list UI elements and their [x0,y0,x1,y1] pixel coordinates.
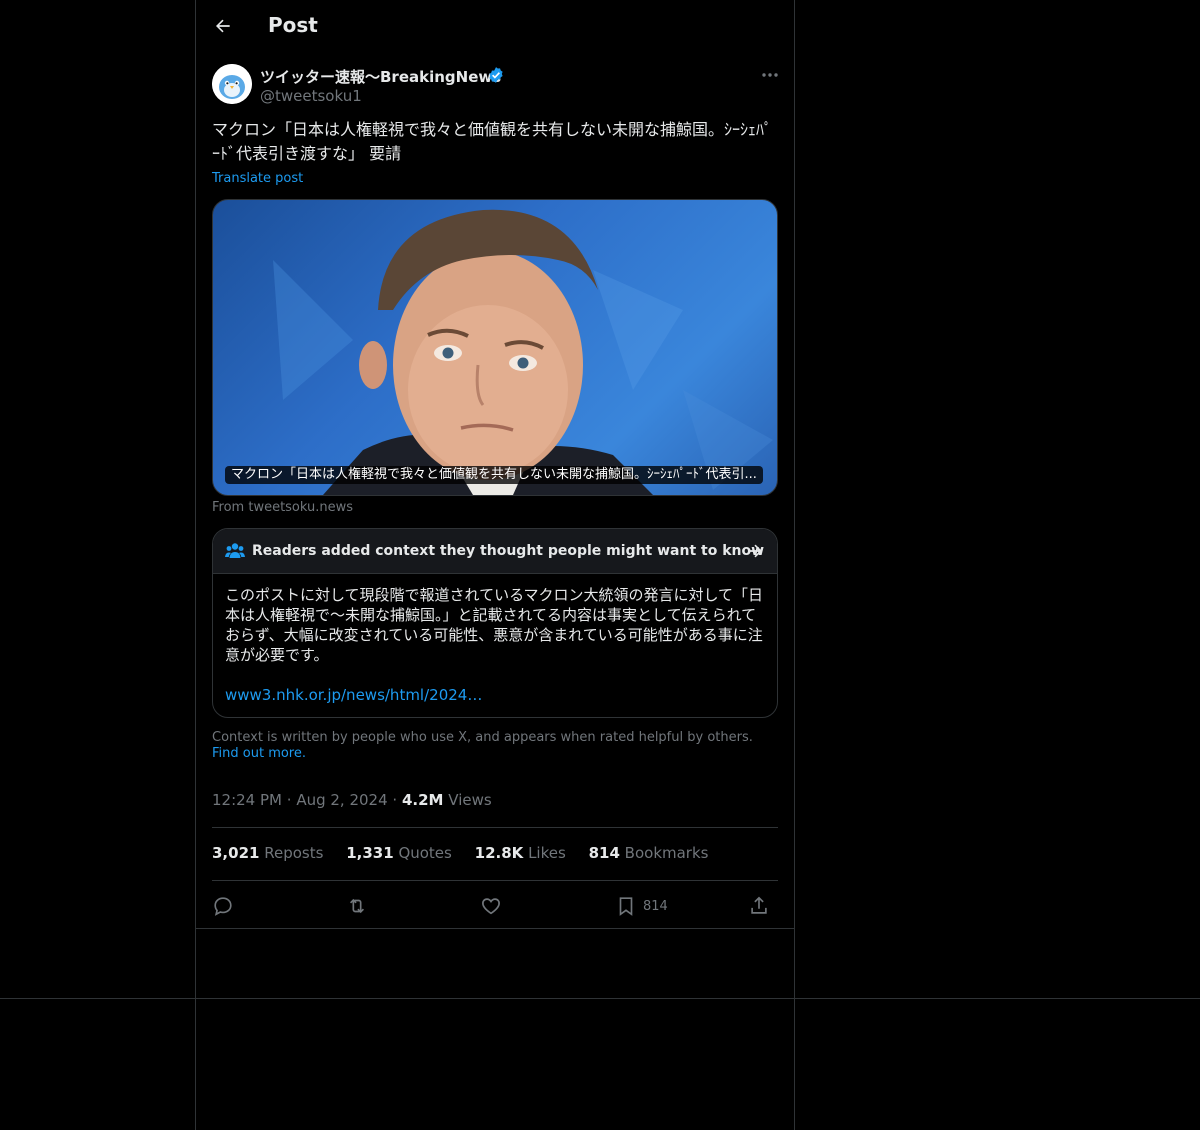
reposts-stat[interactable]: 3,021 Reposts [212,844,323,862]
likes-count: 12.8K [474,844,524,862]
divider [212,827,778,828]
post-text: マクロン「日本は人権軽視で我々と価値観を共有しない未開な捕鯨国。ｼｰｼｪﾊﾟｰﾄ… [212,120,773,163]
repost-icon [349,898,365,914]
views-label: Views [448,791,492,809]
action-bar: 814 [212,890,778,922]
bookmark-count: 814 [643,898,668,914]
bookmarks-stat[interactable]: 814 Bookmarks [589,844,709,862]
like-button[interactable] [480,894,502,918]
reposts-count: 3,021 [212,844,260,862]
main-column: Post ツイッター速報〜BreakingNews @tweetsoku1 マク… [195,0,795,1130]
likes-label: Likes [528,844,566,862]
context-disclaimer-text: Context is written by people who use X, … [212,730,753,745]
bookmarks-count: 814 [588,844,620,862]
quotes-stat[interactable]: 1,331 Quotes [346,844,452,862]
bookmark-button[interactable]: 814 [615,894,668,918]
divider [212,880,778,881]
page-title: Post [268,13,318,37]
meta-separator: · [392,791,398,809]
heart-icon [482,898,500,915]
reply-button[interactable] [212,894,234,918]
meta-separator: · [286,791,292,809]
card-caption: マクロン「日本は人権軽視で我々と価値観を共有しない未開な捕鯨国。ｼｰｼｪﾊﾟｰﾄ… [225,466,763,484]
author-name[interactable]: ツイッター速報〜BreakingNews [260,66,501,87]
link-card-image[interactable]: マクロン「日本は人権軽視で我々と価値観を共有しない未開な捕鯨国。ｼｰｼｪﾊﾟｰﾄ… [212,199,778,496]
community-note-header[interactable]: Readers added context they thought peopl… [213,529,777,574]
divider [196,928,794,929]
post-date[interactable]: Aug 2, 2024 [296,791,387,809]
community-note-link[interactable]: www3.nhk.or.jp/news/html/2024… [225,686,482,704]
card-source[interactable]: From tweetsoku.news [212,500,353,515]
post-author: ツイッター速報〜BreakingNews @tweetsoku1 [212,64,778,108]
community-note-title: Readers added context they thought peopl… [252,543,765,559]
community-note: Readers added context they thought peopl… [212,528,778,718]
top-bar: Post [196,0,794,54]
post-meta: 12:24 PM · Aug 2, 2024 · 4.2M Views [212,791,492,809]
engagement-stats: 3,021 Reposts 1,331 Quotes 12.8K Likes 8… [212,844,726,862]
verified-badge-icon [489,67,503,83]
more-dots-icon [762,73,778,77]
bookmarks-label: Bookmarks [624,844,709,862]
quotes-count: 1,331 [346,844,394,862]
reposts-label: Reposts [264,844,324,862]
find-out-more-link[interactable]: Find out more. [212,746,306,761]
avatar[interactable] [212,64,252,104]
quotes-label: Quotes [398,844,452,862]
arrow-right-icon[interactable] [745,541,765,561]
likes-stat[interactable]: 12.8K Likes [475,844,566,862]
portrait-photo [273,209,773,495]
repost-button[interactable] [345,894,369,918]
translate-post-link[interactable]: Translate post [212,171,303,186]
context-disclaimer: Context is written by people who use X, … [212,730,778,762]
page-divider [0,998,1200,999]
share-icon [751,896,767,914]
bookmark-icon [619,897,633,916]
author-handle[interactable]: @tweetsoku1 [260,87,362,105]
bird-avatar-icon [212,64,252,104]
post-time[interactable]: 12:24 PM [212,791,282,809]
reply-icon [214,897,232,916]
arrow-left-icon [216,19,230,33]
share-button[interactable] [748,894,770,918]
views-count: 4.2M [401,791,444,809]
more-options-button[interactable] [755,64,785,86]
back-button[interactable] [206,9,240,43]
people-icon [225,543,245,558]
community-note-body: このポストに対して現段階で報道されているマクロン大統領の発言に対して「日本は人権… [225,586,764,664]
